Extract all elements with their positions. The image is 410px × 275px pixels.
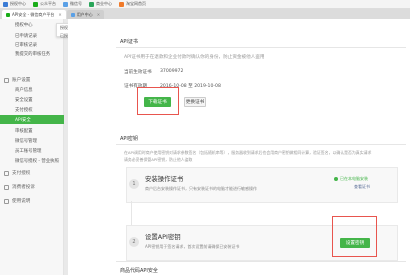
step-title: 安装操作证书 [145, 175, 184, 183]
divider [116, 261, 406, 262]
sidebar: 授权中心 已申请记录 已审核记录 我提交的审核任务 账户设置 商户信息 安全设置… [0, 19, 96, 275]
sidebar-item-security-settings[interactable]: 安全设置 [0, 95, 64, 104]
sidebar-section-pay-auth[interactable]: 支付授权 [4, 170, 30, 176]
sidebar-item-auth-center[interactable]: 授权中心 [0, 20, 64, 29]
view-cert-link[interactable]: 查看证书 [354, 184, 370, 190]
step-install-cert: 1 安装操作证书 商户后台安装操作证书，只有安装证书的电脑才能进行敏感操作 已在… [126, 167, 398, 203]
bookmark-3[interactable]: 商业中心 [89, 1, 112, 7]
pay-icon [4, 170, 9, 176]
wechat-pay-icon [6, 12, 10, 17]
bookmark-icon [119, 1, 124, 7]
cert-id-label: 当前生效证书 [124, 70, 152, 75]
bookmark-icon [3, 1, 8, 7]
set-key-button[interactable]: 设置密钥 [340, 238, 370, 248]
sidebar-section-complaints[interactable]: 消费者投诉 [4, 184, 35, 190]
api-key-intro: 在API调用时商户使用密钥对请求参数签名（包括随机串等），服务器收到请求后也会用… [124, 150, 372, 155]
help-icon [4, 198, 9, 204]
tab-user-center[interactable]: 用户中心 ✕ [66, 10, 105, 19]
sidebar-item-license[interactable]: 微信号授权 - 营业执照 [0, 156, 64, 165]
api-cert-title: API证书 [120, 39, 138, 45]
sidebar-section-help[interactable]: 使用说明 [4, 198, 30, 204]
sidebar-item-api-security[interactable]: API安全 [0, 115, 64, 124]
account-icon [4, 77, 9, 83]
sidebar-item-merchant-info[interactable]: 商户信息 [0, 85, 64, 94]
sidebar-item-review-config[interactable]: 审核配置 [0, 126, 64, 135]
bookmark-2[interactable]: 微信号 [63, 1, 82, 7]
check-icon [334, 177, 338, 181]
close-icon[interactable]: ✕ [58, 12, 61, 17]
step-title: 设置API密钥 [145, 233, 181, 241]
bookmark-1[interactable]: 公众平台 [33, 1, 56, 7]
divider [116, 47, 406, 48]
api-key-sub-intro: 请务必妥善保管API密钥，防止他人盗取 [124, 157, 193, 162]
tab-api-security[interactable]: API安全 - 微信商户平台 ✕ [2, 10, 66, 19]
sidebar-item-applied[interactable]: 已申请记录 [0, 31, 64, 40]
bookmark-4[interactable]: 淘宝网首页 [119, 1, 146, 7]
tab-strip: API安全 - 微信商户平台 ✕ 用户中心 ✕ [0, 9, 410, 19]
bookmark-icon [33, 1, 38, 7]
footer-section-title: 商品代码API安全 [120, 268, 158, 274]
sidebar-item-my-review-tasks[interactable]: 我提交的审核任务 [0, 49, 64, 58]
sidebar-item-pay-auth[interactable]: 支付授权 [0, 105, 64, 114]
highlight-box [332, 216, 377, 257]
step-number: 2 [129, 237, 139, 247]
api-key-title: API密钥 [120, 136, 138, 142]
step-description: API密钥用于签名请求，首次设置前请确保已安装证书 [145, 244, 240, 249]
step-description: 商户后台安装操作证书，只有安装证书的电脑才能进行敏感操作 [145, 186, 257, 191]
sidebar-section-account[interactable]: 账户设置 [4, 77, 30, 83]
api-cert-intro: API证书用于在退款和企业付款时确认你的身份，防止资金被他人盗用 [124, 55, 265, 60]
cert-id-value: 37009972 [160, 69, 184, 74]
sidebar-item-wechat-id-mgmt[interactable]: 微信号管理 [0, 136, 64, 145]
close-icon[interactable]: ✕ [97, 12, 100, 17]
step-connector [131, 201, 132, 225]
page-icon [70, 12, 75, 17]
change-cert-button[interactable]: 更换证书 [184, 97, 206, 107]
main-content: API证书 API证书用于在退款和企业付款时确认你的身份，防止资金被他人盗用 当… [68, 19, 410, 275]
bookmark-icon [63, 1, 68, 7]
sidebar-item-reviewed[interactable]: 已审核记录 [0, 40, 64, 49]
download-cert-button[interactable]: 下载证书 [144, 97, 171, 107]
complaint-icon [4, 184, 9, 190]
bookmarks-bar: 授权中心 公众平台 微信号 商业中心 淘宝网首页 [0, 0, 410, 9]
bookmark-icon [89, 1, 94, 7]
cert-installed-status: 已在本电脑安装 [334, 176, 368, 182]
step-number: 1 [129, 179, 139, 189]
sidebar-item-staff-accounts[interactable]: 员工账号管理 [0, 146, 64, 155]
bookmark-0[interactable]: 授权中心 [3, 1, 26, 7]
divider [116, 144, 406, 145]
